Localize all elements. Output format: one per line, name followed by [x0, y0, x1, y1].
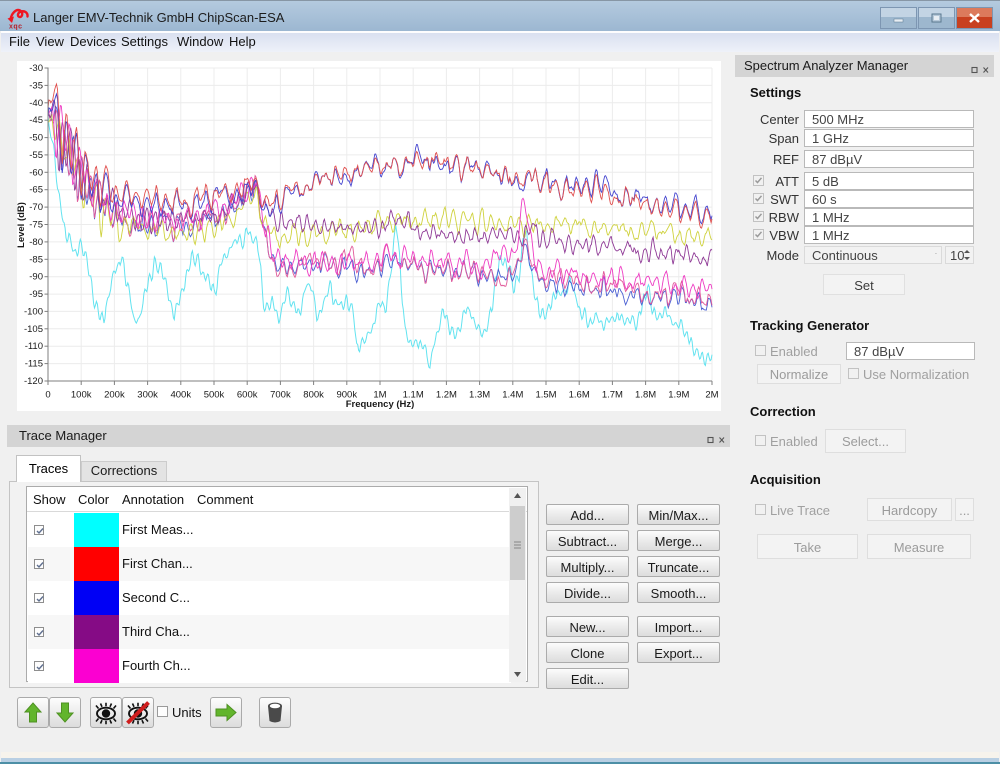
svg-text:200k: 200k — [104, 390, 125, 401]
svg-text:800k: 800k — [303, 390, 324, 401]
svg-text:-120: -120 — [24, 376, 43, 387]
svg-text:600k: 600k — [237, 390, 258, 401]
svg-text:400k: 400k — [170, 390, 191, 401]
svg-text:1.9M: 1.9M — [668, 390, 689, 401]
svg-text:-90: -90 — [29, 272, 43, 283]
svg-text:1.3M: 1.3M — [469, 390, 490, 401]
svg-text:-65: -65 — [29, 185, 43, 196]
svg-text:1.4M: 1.4M — [502, 390, 523, 401]
svg-text:-55: -55 — [29, 150, 43, 161]
svg-text:700k: 700k — [270, 390, 291, 401]
svg-text:-105: -105 — [24, 324, 43, 335]
svg-text:0: 0 — [45, 390, 50, 401]
svg-text:500k: 500k — [204, 390, 225, 401]
svg-text:-110: -110 — [25, 341, 43, 352]
svg-text:-75: -75 — [29, 220, 43, 231]
svg-text:-100: -100 — [24, 306, 43, 317]
svg-text:1.8M: 1.8M — [635, 390, 656, 401]
svg-text:-70: -70 — [29, 202, 43, 213]
svg-text:xqc: xqc — [9, 24, 23, 31]
svg-text:-80: -80 — [29, 237, 43, 248]
svg-text:-50: -50 — [29, 133, 43, 144]
svg-text:1.5M: 1.5M — [535, 390, 556, 401]
svg-text:300k: 300k — [137, 390, 158, 401]
svg-text:-40: -40 — [29, 98, 43, 109]
svg-text:1.7M: 1.7M — [602, 390, 623, 401]
svg-text:-45: -45 — [29, 115, 43, 126]
svg-text:-95: -95 — [29, 289, 43, 300]
svg-text:-60: -60 — [29, 167, 43, 178]
svg-text:2M: 2M — [705, 390, 718, 401]
svg-text:-35: -35 — [29, 80, 43, 91]
svg-text:-115: -115 — [25, 359, 43, 370]
svg-text:-30: -30 — [29, 63, 43, 74]
svg-text:Level (dB): Level (dB) — [17, 202, 27, 248]
svg-text:100k: 100k — [71, 390, 92, 401]
svg-text:Frequency (Hz): Frequency (Hz) — [346, 399, 415, 410]
svg-text:-85: -85 — [29, 254, 43, 265]
svg-text:1.6M: 1.6M — [569, 390, 590, 401]
svg-text:1.2M: 1.2M — [436, 390, 457, 401]
